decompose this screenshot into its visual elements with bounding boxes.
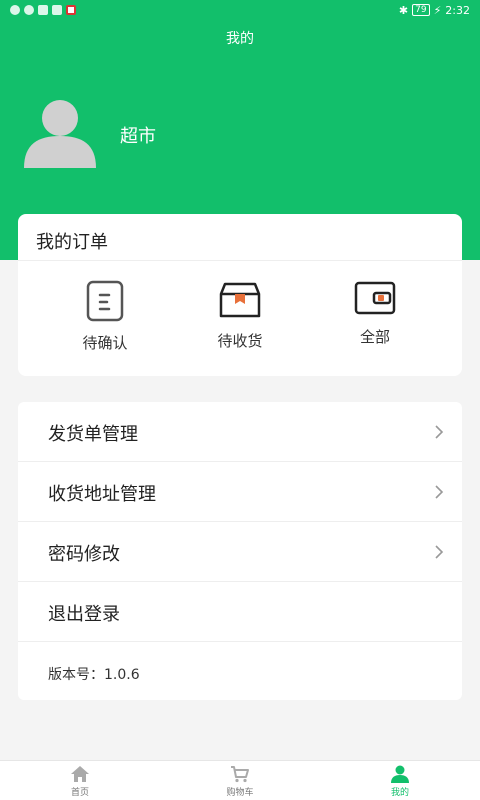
orders-card: 我的订单 待确认 待收货 全部 xyxy=(18,214,462,376)
menu-card: 发货单管理 收货地址管理 密码修改 退出登录 版本号：1.0.6 xyxy=(18,402,462,700)
battery-icon: 79 xyxy=(412,4,430,16)
menu-label: 发货单管理 xyxy=(48,424,138,445)
tab-cart[interactable]: 购物车 xyxy=(200,765,280,798)
divider xyxy=(18,260,462,261)
tab-mine[interactable]: 我的 xyxy=(360,765,440,798)
chevron-right-icon xyxy=(435,485,444,499)
package-box-icon xyxy=(219,282,261,318)
tab-label: 首页 xyxy=(70,788,89,798)
order-label: 待收货 xyxy=(217,332,263,350)
bottom-tab-bar: 首页 购物车 我的 xyxy=(0,760,480,800)
menu-label: 密码修改 xyxy=(48,544,120,565)
menu-item-password[interactable]: 密码修改 xyxy=(18,522,462,582)
order-label: 待确认 xyxy=(82,334,128,352)
chevron-right-icon xyxy=(435,545,444,559)
tab-home[interactable]: 首页 xyxy=(40,765,120,798)
bluetooth-icon: ✱ xyxy=(398,3,409,17)
app-version: 版本号：1.0.6 xyxy=(48,667,140,683)
app-notification-icon xyxy=(52,5,62,15)
menu-label: 退出登录 xyxy=(48,604,120,625)
order-all[interactable]: 全部 xyxy=(305,280,445,347)
app-notification-icon xyxy=(24,5,34,15)
menu-item-logout[interactable]: 退出登录 xyxy=(18,582,462,642)
profile-name: 超市 xyxy=(120,126,156,147)
menu-label: 收货地址管理 xyxy=(48,484,156,505)
home-icon xyxy=(71,766,89,782)
charging-icon: ⚡ xyxy=(433,3,442,17)
clipboard-icon xyxy=(86,280,124,322)
avatar[interactable] xyxy=(24,98,96,168)
app-notification-icon xyxy=(66,5,76,15)
orders-title: 我的订单 xyxy=(36,232,108,253)
tab-label: 我的 xyxy=(390,788,409,798)
order-pending-confirm[interactable]: 待确认 xyxy=(35,280,175,353)
wifi-icon xyxy=(10,5,20,15)
status-bar: ✱ 79 ⚡ 2:32 xyxy=(0,0,480,20)
status-icons xyxy=(10,5,76,15)
page-title: 我的 xyxy=(226,31,254,47)
chevron-right-icon xyxy=(435,425,444,439)
tab-label: 购物车 xyxy=(226,788,254,798)
cart-icon xyxy=(231,766,249,783)
user-icon xyxy=(391,765,409,783)
menu-item-shipping-orders[interactable]: 发货单管理 xyxy=(18,402,462,462)
status-time: 2:32 xyxy=(445,3,470,17)
order-label: 全部 xyxy=(359,328,390,346)
menu-item-address[interactable]: 收货地址管理 xyxy=(18,462,462,522)
app-notification-icon xyxy=(38,5,48,15)
order-pending-receive[interactable]: 待收货 xyxy=(170,280,310,351)
wallet-icon xyxy=(354,281,396,315)
